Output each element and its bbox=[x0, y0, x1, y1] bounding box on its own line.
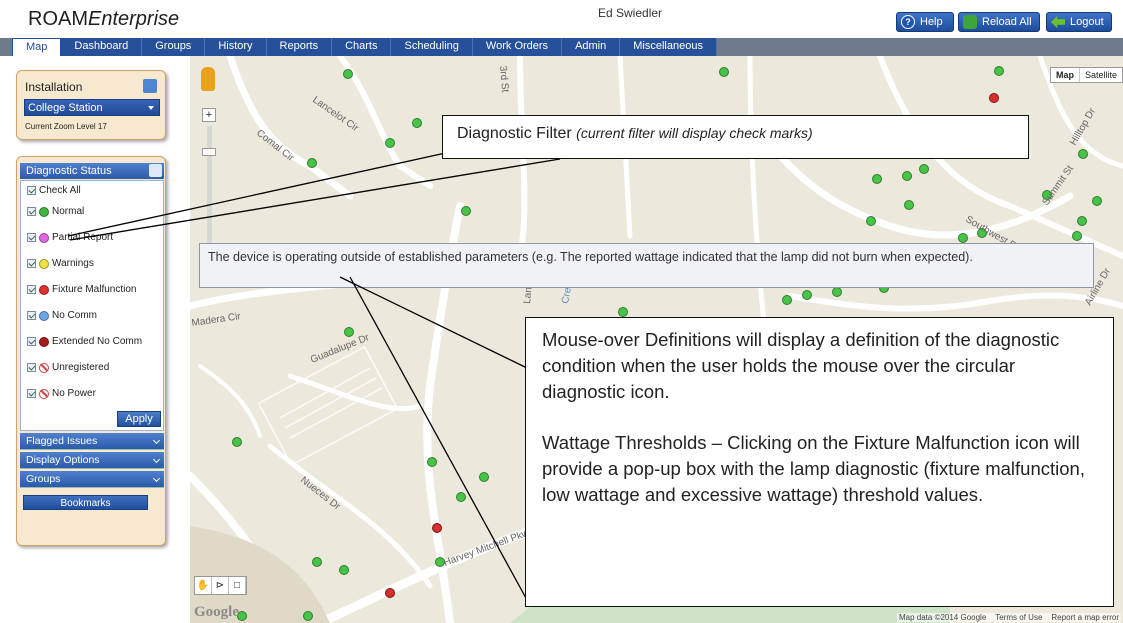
checkbox[interactable] bbox=[27, 207, 36, 216]
checkbox[interactable] bbox=[27, 285, 36, 294]
street-label: Madera Cir bbox=[191, 311, 242, 329]
installation-select[interactable]: College Station bbox=[24, 99, 160, 116]
checkbox[interactable] bbox=[27, 389, 36, 398]
filter-fixture-malfunction[interactable]: Fixture Malfunction bbox=[27, 284, 136, 295]
installation-panel: Installation College Station Current Zoo… bbox=[16, 70, 166, 140]
zoom-in-button[interactable]: + bbox=[202, 108, 216, 122]
apply-button[interactable]: Apply bbox=[117, 411, 161, 427]
map-tools: ✋ ⊳ □ bbox=[194, 576, 247, 595]
diagnostic-filter-callout: Diagnostic Filter (current filter will d… bbox=[442, 115, 1029, 159]
street-view-pegman-icon[interactable] bbox=[201, 67, 215, 91]
logout-button[interactable]: Logout bbox=[1046, 12, 1112, 32]
partial-report-status-icon[interactable] bbox=[39, 232, 49, 243]
map-attribution: Map data ©2014 Google Terms of Use Repor… bbox=[896, 613, 1121, 622]
normal-status-icon[interactable] bbox=[39, 206, 49, 217]
no-comm-status-icon[interactable] bbox=[39, 310, 49, 321]
fixture-malfunction-status-icon[interactable] bbox=[39, 284, 49, 295]
extended-no-comm-status-icon[interactable] bbox=[39, 336, 49, 347]
tab-groups[interactable]: Groups bbox=[142, 38, 206, 56]
check-all-checkbox[interactable] bbox=[27, 186, 36, 195]
rectangle-tool-icon[interactable]: □ bbox=[229, 577, 246, 594]
groups-header[interactable]: Groups bbox=[20, 471, 164, 488]
checkbox[interactable] bbox=[27, 311, 36, 320]
display-options-header[interactable]: Display Options bbox=[20, 452, 164, 469]
header: ROAMEnterprise Ed Swiedler ? Help Reload … bbox=[0, 0, 1123, 38]
zoom-level-text: Current Zoom Level 17 bbox=[25, 122, 107, 131]
zoom-out-button[interactable] bbox=[202, 148, 216, 156]
help-icon: ? bbox=[901, 15, 915, 29]
bookmarks-button[interactable]: Bookmarks bbox=[23, 495, 148, 510]
filter-partial-report[interactable]: Partial Report bbox=[27, 232, 113, 243]
tab-history[interactable]: History bbox=[205, 38, 267, 56]
diagnostic-status-header[interactable]: Diagnostic Status bbox=[20, 163, 164, 179]
map-type-control: Map Satellite bbox=[1049, 67, 1123, 83]
tab-miscellaneous[interactable]: Miscellaneous bbox=[620, 38, 717, 56]
left-panel: Installation College Station Current Zoo… bbox=[0, 56, 190, 623]
unregistered-status-icon[interactable] bbox=[39, 362, 49, 373]
diagnostic-filter-list: Check All Normal Partial Report Warnings… bbox=[20, 180, 164, 431]
chevron-down-icon bbox=[152, 474, 161, 483]
hand-pan-icon[interactable]: ✋ bbox=[195, 577, 212, 594]
flagged-issues-header[interactable]: Flagged Issues bbox=[20, 433, 164, 450]
username: Ed Swiedler bbox=[598, 6, 663, 20]
collapse-icon[interactable] bbox=[149, 164, 162, 177]
filter-no-power[interactable]: No Power bbox=[27, 388, 96, 399]
tab-dashboard[interactable]: Dashboard bbox=[61, 38, 143, 56]
google-logo: Google bbox=[194, 604, 239, 620]
check-all-row[interactable]: Check All bbox=[27, 185, 81, 196]
filter-extended-no-comm[interactable]: Extended No Comm bbox=[27, 336, 142, 347]
no-power-status-icon[interactable] bbox=[39, 388, 49, 399]
refresh-icon[interactable] bbox=[143, 79, 157, 93]
street-label: Lancelot Cir bbox=[310, 94, 361, 134]
street-label: 3rd St bbox=[497, 65, 510, 93]
filter-normal[interactable]: Normal bbox=[27, 206, 84, 217]
checkbox[interactable] bbox=[27, 259, 36, 268]
filter-unregistered[interactable]: Unregistered bbox=[27, 362, 109, 373]
tab-reports[interactable]: Reports bbox=[267, 38, 333, 56]
polygon-tool-icon[interactable]: ⊳ bbox=[212, 577, 229, 594]
zoom-slider[interactable] bbox=[207, 126, 212, 246]
checkbox[interactable] bbox=[27, 233, 36, 242]
tab-map[interactable]: Map bbox=[12, 38, 62, 56]
reload-all-button[interactable]: Reload All bbox=[958, 12, 1040, 32]
app-logo: ROAMEnterprise bbox=[28, 8, 180, 30]
map-type-satellite-button[interactable]: Satellite bbox=[1080, 68, 1122, 82]
installation-label: Installation bbox=[25, 80, 83, 94]
tab-scheduling[interactable]: Scheduling bbox=[391, 38, 473, 56]
dropdown-arrow-icon bbox=[148, 106, 154, 110]
reload-icon bbox=[963, 15, 977, 29]
report-map-error-link[interactable]: Report a map error bbox=[1051, 613, 1119, 622]
tab-admin[interactable]: Admin bbox=[562, 38, 621, 56]
street-label: Comal Cir bbox=[254, 128, 296, 164]
chevron-down-icon bbox=[152, 455, 161, 464]
definitions-callout: Mouse-over Definitions will display a de… bbox=[525, 317, 1114, 607]
checkbox[interactable] bbox=[27, 363, 36, 372]
filter-warnings[interactable]: Warnings bbox=[27, 258, 94, 269]
status-definition-tooltip: The device is operating outside of estab… bbox=[199, 243, 1094, 288]
filter-no-comm[interactable]: No Comm bbox=[27, 310, 97, 321]
back-arrow-icon bbox=[1051, 15, 1065, 29]
nav-bar: Map Dashboard Groups History Reports Cha… bbox=[0, 38, 1123, 56]
map-type-map-button[interactable]: Map bbox=[1051, 68, 1080, 82]
terms-of-use-link[interactable]: Terms of Use bbox=[995, 613, 1042, 622]
checkbox[interactable] bbox=[27, 337, 36, 346]
app-window: ROAMEnterprise Ed Swiedler ? Help Reload … bbox=[0, 0, 1123, 623]
warnings-status-icon[interactable] bbox=[39, 258, 49, 269]
tab-charts[interactable]: Charts bbox=[332, 38, 392, 56]
nav-tabs: Map Dashboard Groups History Reports Cha… bbox=[12, 38, 717, 56]
help-button[interactable]: ? Help bbox=[896, 12, 954, 32]
tab-work-orders[interactable]: Work Orders bbox=[473, 38, 563, 56]
diagnostic-panel: Diagnostic Status Check All Normal Parti… bbox=[16, 156, 166, 546]
chevron-down-icon bbox=[152, 436, 161, 445]
